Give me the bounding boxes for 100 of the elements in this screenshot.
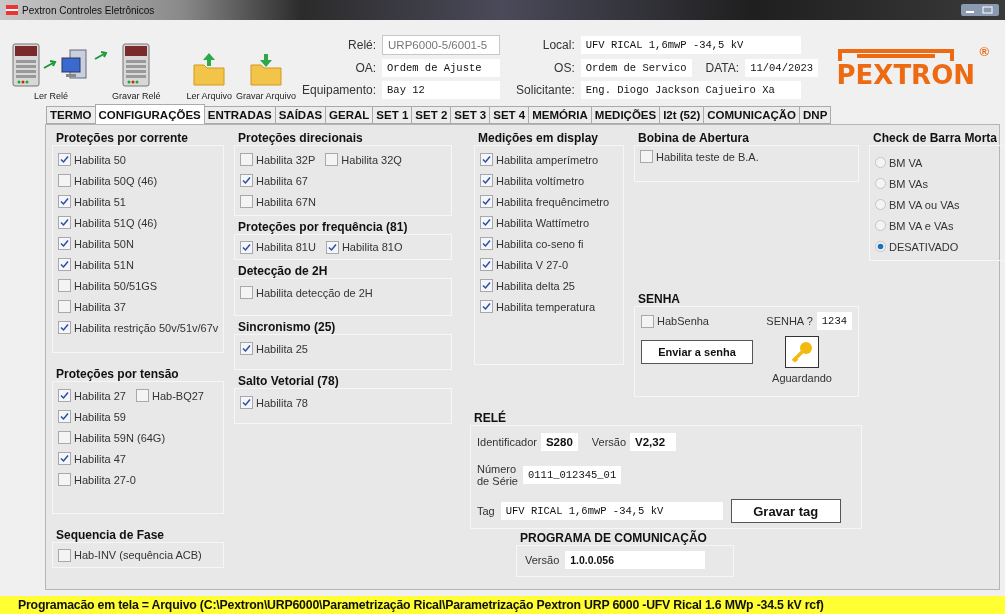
tab[interactable]: CONFIGURAÇÕES <box>94 104 205 124</box>
checkbox[interactable]: Habilita 78 <box>240 396 308 409</box>
checkbox[interactable]: Habilita 32P <box>240 153 316 166</box>
checkbox[interactable]: Habilita 50 <box>58 153 126 166</box>
tab[interactable]: I2t (52) <box>659 106 705 124</box>
checkbox[interactable]: Habilita 37 <box>58 300 126 313</box>
key-icon[interactable] <box>785 336 819 368</box>
folder-icon <box>192 51 227 87</box>
checkbox[interactable]: Habilita 59 <box>58 410 126 423</box>
date-field[interactable]: 11/04/2023 <box>745 59 819 77</box>
checkbox[interactable]: Habilita teste de B.A. <box>640 150 759 163</box>
checkbox[interactable]: Habilita 81U <box>240 240 316 254</box>
checkbox[interactable]: Habilita 67 <box>240 174 308 187</box>
radio-button[interactable]: DESATIVADO <box>875 240 959 253</box>
text-field[interactable]: UFV RICAL 1,6mwP -34,5 kV <box>580 36 801 54</box>
identifier-field[interactable]: S280 <box>540 433 578 451</box>
toolbar-button[interactable]: Gravar Relé <box>112 43 161 101</box>
field-label: SENHA ? <box>766 315 813 327</box>
checkbox-square-icon <box>58 410 71 423</box>
radio-button[interactable]: BM VA <box>875 156 923 169</box>
tab[interactable]: COMUNICAÇÃO <box>703 106 801 124</box>
toolbar-button[interactable]: Ler Arquivo <box>186 51 233 101</box>
tag-field[interactable]: UFV RICAL 1,6mwP -34,5 kV <box>500 502 723 520</box>
checkbox[interactable]: Habilita 27 <box>58 389 126 402</box>
tab[interactable]: ENTRADAS <box>203 106 276 124</box>
checkbox[interactable]: Habilita detecção de 2H <box>240 286 373 299</box>
checkbox-square-icon <box>58 279 71 292</box>
checkbox[interactable]: Habilita Wattímetro <box>480 216 590 229</box>
field-label: DATA: <box>705 61 740 75</box>
tab[interactable]: TERMO <box>46 106 96 124</box>
tab[interactable]: SET 3 <box>450 106 491 124</box>
toolbar-button[interactable]: Ler Relé <box>12 43 90 101</box>
checkbox-square-icon <box>325 153 339 166</box>
radio-button[interactable]: BM VA ou VAs <box>875 198 960 211</box>
checkbox[interactable]: Habilita co-seno fi <box>480 237 584 250</box>
checkbox-square-icon <box>480 258 493 271</box>
window-controls-icon[interactable] <box>961 4 999 16</box>
checkbox[interactable]: Habilita 27-0 <box>58 473 136 486</box>
group-title: Proteções por corrente <box>56 131 190 145</box>
send-password-button[interactable]: Enviar a senha <box>641 340 753 364</box>
tab[interactable]: SAÍDAS <box>274 106 327 124</box>
checkbox[interactable]: Habilita V 27-0 <box>480 258 569 271</box>
tab[interactable]: MEDIÇÕES <box>590 106 661 124</box>
checkbox[interactable]: HabSenha <box>641 314 709 328</box>
save-tag-button[interactable]: Gravar tag <box>730 499 841 523</box>
checkbox[interactable]: Habilita 47 <box>58 452 126 465</box>
checkbox[interactable]: Habilita 67N <box>240 195 316 208</box>
tab[interactable]: SET 2 <box>411 106 452 124</box>
checkbox-square-icon <box>240 174 253 187</box>
checkbox[interactable]: Habilita restrição 50v/51v/67v <box>58 321 219 334</box>
window-title: Pextron Controles Eletrônicos <box>6 4 155 16</box>
checkbox[interactable]: Habilita temperatura <box>480 300 596 313</box>
text-field[interactable]: Bay 12 <box>382 81 501 99</box>
tab[interactable]: SET 4 <box>489 106 530 124</box>
tab[interactable]: MEMÓRIA <box>528 106 592 124</box>
checkbox[interactable]: Habilita 50/51GS <box>58 279 158 292</box>
checkbox[interactable]: Habilita voltímetro <box>480 174 585 187</box>
radio-button[interactable]: BM VAs <box>875 177 928 190</box>
group-title: Check de Barra Morta <box>873 131 999 145</box>
text-field[interactable]: Ordem de Servico <box>580 59 692 77</box>
checkbox-square-icon <box>240 240 253 254</box>
toolbar-button[interactable]: Gravar Arquivo <box>236 51 297 101</box>
tab[interactable]: SET 1 <box>372 106 413 124</box>
field-label: OA: <box>354 61 377 75</box>
text-field[interactable]: Eng. Diogo Jackson Cajueiro Xa <box>580 81 801 99</box>
version-field[interactable]: V2,32 <box>630 433 677 451</box>
status-text: Aguardando <box>772 372 832 384</box>
checkbox[interactable]: Habilita frequêncimetro <box>480 195 610 208</box>
checkbox-square-icon <box>58 321 71 334</box>
text-field[interactable]: Ordem de Ajuste <box>382 59 501 77</box>
checkbox[interactable]: Habilita 51N <box>58 258 134 271</box>
checkbox[interactable]: Habilita 81O <box>325 240 403 254</box>
group-title: Sequencia de Fase <box>56 528 166 542</box>
checkbox[interactable]: Habilita 25 <box>240 342 308 355</box>
checkbox-square-icon <box>480 195 493 208</box>
version-field[interactable]: 1.0.0.056 <box>565 551 706 569</box>
checkbox[interactable]: Habilita 50Q (46) <box>58 174 158 187</box>
checkbox[interactable]: Hab-INV (sequência ACB) <box>58 548 202 562</box>
arrow-icon <box>94 50 108 61</box>
computer-icon <box>60 48 90 82</box>
tab[interactable]: GERAL <box>325 106 374 124</box>
serial-number-field[interactable]: 0111_012345_01 <box>523 466 622 484</box>
checkbox[interactable]: Habilita 50N <box>58 237 134 250</box>
group-title: PROGRAMA DE COMUNICAÇÃO <box>520 531 708 545</box>
password-field[interactable]: 1234 <box>816 312 852 330</box>
checkbox[interactable]: Habilita 32Q <box>325 153 402 166</box>
checkbox-square-icon <box>136 389 149 402</box>
radio-button[interactable]: BM VA e VAs <box>875 219 954 232</box>
checkbox[interactable]: Habilita delta 25 <box>480 279 575 292</box>
checkbox[interactable]: Habilita 51 <box>58 195 126 208</box>
checkbox-square-icon <box>325 240 339 254</box>
checkbox[interactable]: Habilita 51Q (46) <box>58 216 158 229</box>
checkbox-square-icon <box>641 314 654 328</box>
checkbox[interactable]: Habilita 59N (64G) <box>58 431 166 444</box>
checkbox-square-icon <box>58 258 71 271</box>
checkbox-square-icon <box>480 300 493 313</box>
checkbox-square-icon <box>58 473 71 486</box>
tab[interactable]: DNP <box>799 106 832 124</box>
checkbox[interactable]: Hab-BQ27 <box>136 389 204 402</box>
checkbox[interactable]: Habilita amperímetro <box>480 153 599 166</box>
